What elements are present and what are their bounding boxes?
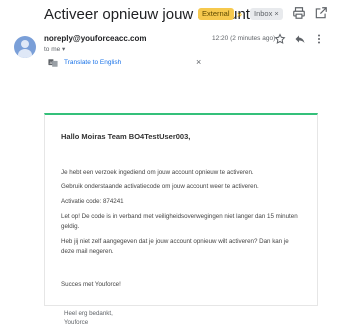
external-badge: External xyxy=(198,8,234,20)
star-icon[interactable] xyxy=(274,33,286,45)
sender-address[interactable]: noreply@youforceacc.com xyxy=(44,34,147,43)
email-paragraph-ignore: Heb jij niet zelf aangegeven dat je jouw… xyxy=(61,238,289,255)
email-paragraph-request: Je hebt een verzoek ingediend om jouw ac… xyxy=(61,169,254,176)
email-paragraph-warning: Let op! De code is in verband met veilig… xyxy=(61,213,298,230)
reply-icon[interactable] xyxy=(294,33,306,45)
translate-link[interactable]: Translate to English xyxy=(64,59,121,66)
open-in-new-icon[interactable] xyxy=(314,6,328,20)
important-marker-icon[interactable]: » xyxy=(237,8,242,20)
email-body-card: Hallo Moiras Team BO4TestUser003, Je heb… xyxy=(44,113,318,306)
message-time: 12:20 (2 minutes ago) xyxy=(212,35,276,42)
footer-signature: Youforce xyxy=(64,319,89,326)
email-paragraph-instruction: Gebruik onderstaande activatiecode om jo… xyxy=(61,183,259,190)
close-icon[interactable]: × xyxy=(196,57,201,67)
activation-code: Activatie code: 874241 xyxy=(61,198,124,205)
svg-text:A: A xyxy=(50,61,53,65)
translate-icon: A xyxy=(48,59,58,67)
avatar-icon xyxy=(14,36,36,58)
print-icon[interactable] xyxy=(292,6,306,20)
inbox-label-badge[interactable]: Inbox × xyxy=(250,8,283,20)
recipient-toggle[interactable]: to me ▾ xyxy=(44,45,65,53)
more-vert-icon[interactable] xyxy=(313,33,325,45)
email-closing: Succes met Youforce! xyxy=(61,281,121,288)
translate-bar: A Translate to English × xyxy=(44,55,214,71)
footer-thanks: Heel erg bedankt, xyxy=(64,310,113,317)
email-greeting: Hallo Moiras Team BO4TestUser003, xyxy=(61,132,191,141)
